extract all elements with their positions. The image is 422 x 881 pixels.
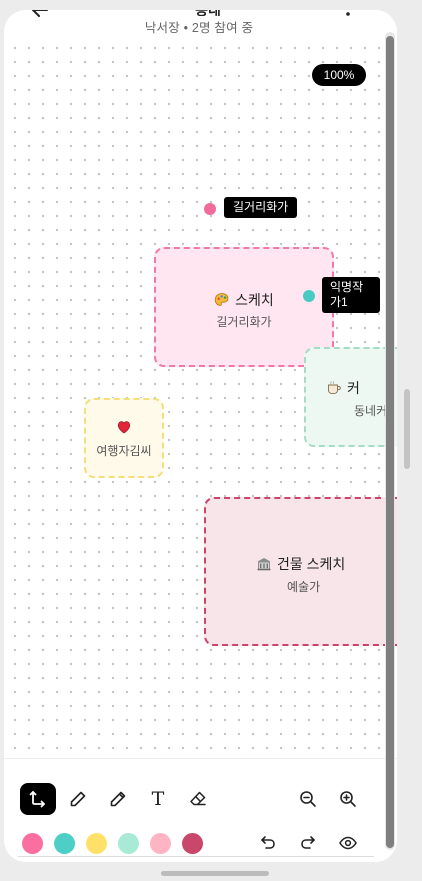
note-title-text: 스케치 (235, 292, 274, 308)
note-title (86, 419, 162, 435)
eraser-tool-button[interactable] (180, 783, 216, 815)
coffee-icon (328, 381, 341, 395)
undo-icon (261, 836, 275, 849)
redo-icon (301, 836, 315, 849)
note-author: 길거리화가 (216, 315, 272, 329)
sticky-note[interactable]: 건물 스케치 예술가 (204, 497, 397, 646)
whiteboard-canvas[interactable]: 100% 길거리화가 스케치 길거리화가 익명작 가1 커 동네커 여행자김씨 … (4, 10, 397, 770)
pencil-tool-button[interactable] (100, 783, 136, 815)
connector-icon (29, 791, 45, 808)
eye-icon (339, 836, 357, 850)
pen-icon (70, 791, 86, 807)
page-subtitle: 낙서장 • 2명 참여 중 (144, 21, 254, 35)
redo-button[interactable] (290, 827, 326, 859)
color-swatch-yellow[interactable] (86, 833, 107, 854)
zoom-in-icon (340, 791, 356, 807)
building-icon (257, 558, 271, 571)
home-indicator[interactable] (161, 871, 269, 876)
zoom-in-button[interactable] (330, 783, 366, 815)
page-title: 동네 (138, 10, 278, 16)
zoom-level-badge[interactable]: 100% (312, 64, 366, 86)
note-author: 예술가 (287, 580, 321, 594)
more-vertical-icon (346, 12, 350, 16)
pen-tool-button[interactable] (60, 783, 96, 815)
note-title: 건물 스케치 (256, 554, 345, 574)
text-icon: T (151, 788, 165, 810)
top-bar: 동네 낙서장 • 2명 참여 중 (4, 10, 397, 42)
palette-icon (214, 293, 229, 306)
heart-icon (117, 421, 131, 434)
color-swatch-teal[interactable] (54, 833, 75, 854)
color-swatch-pink[interactable] (22, 833, 43, 854)
undo-button[interactable] (250, 827, 286, 859)
color-swatch-mint[interactable] (118, 833, 139, 854)
note-title-text: 건물 스케치 (277, 556, 346, 572)
canvas-scrollbar-thumb[interactable] (386, 36, 394, 848)
collaborator-cursor-dot (303, 290, 315, 302)
toolbar-bottom-divider (18, 856, 374, 857)
text-tool-button[interactable]: T (140, 783, 176, 815)
connector-tool-button[interactable] (20, 783, 56, 815)
color-swatch-light-pink[interactable] (150, 833, 171, 854)
collaborator-cursor-label: 길거리화가 (224, 197, 298, 218)
page-scrollbar-thumb[interactable] (404, 389, 410, 469)
color-swatch-raspberry[interactable] (182, 833, 203, 854)
sticky-note[interactable]: 커 동네커 (304, 347, 397, 447)
collaborator-cursor-label: 익명작 가1 (322, 277, 380, 313)
app-frame: 100% 길거리화가 스케치 길거리화가 익명작 가1 커 동네커 여행자김씨 … (4, 10, 397, 862)
note-author: 여행자김씨 (96, 444, 152, 458)
note-author: 동네커 (354, 404, 388, 418)
more-menu-button[interactable] (340, 10, 356, 22)
note-title: 커 (326, 378, 360, 398)
eraser-icon (190, 791, 206, 806)
drawing-toolbar: T (4, 758, 397, 862)
pencil-icon (110, 791, 126, 807)
zoom-out-button[interactable] (290, 783, 326, 815)
sticky-note[interactable]: 여행자김씨 (84, 398, 164, 478)
collaborator-cursor-dot (204, 203, 216, 215)
zoom-out-icon (300, 791, 316, 807)
view-toggle-button[interactable] (330, 827, 366, 859)
note-title-text: 커 (347, 380, 360, 396)
